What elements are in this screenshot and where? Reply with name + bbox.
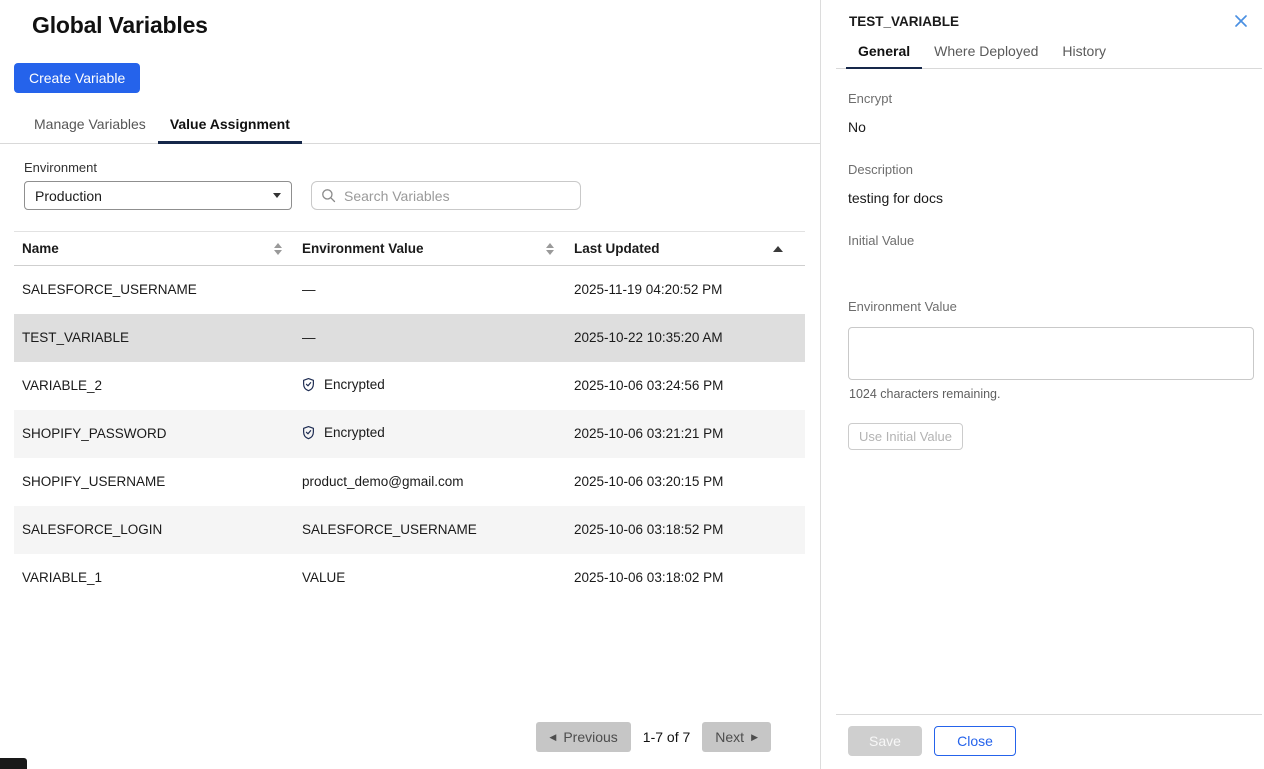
search-box	[311, 181, 581, 210]
cell-last-updated: 2025-11-19 04:20:52 PM	[566, 266, 805, 314]
environment-value-label: Environment Value	[848, 299, 1264, 314]
detail-panel-tabs: General Where Deployed History	[836, 38, 1262, 69]
save-button[interactable]: Save	[848, 726, 922, 756]
cell-environment-value: Encrypted	[324, 425, 385, 440]
column-header-name[interactable]: Name	[14, 232, 294, 266]
cell-last-updated: 2025-10-06 03:18:52 PM	[566, 506, 805, 554]
characters-remaining: 1024 characters remaining.	[849, 387, 1264, 401]
cell-name: VARIABLE_1	[14, 554, 294, 602]
tab-manage-variables[interactable]: Manage Variables	[22, 110, 158, 144]
create-variable-button[interactable]: Create Variable	[14, 63, 140, 93]
table-row[interactable]: SHOPIFY_USERNAME product_demo@gmail.com …	[14, 458, 805, 506]
encrypted-shield-icon	[302, 425, 315, 440]
cell-environment-value: SALESFORCE_USERNAME	[302, 522, 477, 537]
cell-last-updated: 2025-10-06 03:20:15 PM	[566, 458, 805, 506]
cell-environment-value: —	[302, 282, 316, 297]
filter-row: Environment Production	[24, 160, 820, 210]
previous-label: Previous	[563, 729, 617, 745]
description-value: testing for docs	[848, 190, 1264, 206]
search-input[interactable]	[311, 181, 581, 210]
cell-name: SALESFORCE_LOGIN	[14, 506, 294, 554]
next-page-button[interactable]: Next ▶	[702, 722, 771, 752]
table-header-row: Name Environment Value Last Updated	[14, 232, 805, 266]
cell-last-updated: 2025-10-22 10:35:20 AM	[566, 314, 805, 362]
table-row[interactable]: SALESFORCE_USERNAME — 2025-11-19 04:20:5…	[14, 266, 805, 314]
global-variables-panel: Global Variables Create Variable Manage …	[0, 0, 820, 769]
cell-name: SHOPIFY_USERNAME	[14, 458, 294, 506]
sort-icon-name[interactable]	[274, 243, 282, 255]
initial-value-label: Initial Value	[848, 233, 1264, 248]
cell-environment-value: VALUE	[302, 570, 345, 585]
detail-panel-footer: Save Close	[821, 714, 1264, 769]
encrypt-label: Encrypt	[848, 91, 1264, 106]
table-row[interactable]: SALESFORCE_LOGIN SALESFORCE_USERNAME 202…	[14, 506, 805, 554]
encrypted-shield-icon	[302, 377, 315, 392]
detail-panel-title: TEST_VARIABLE	[849, 14, 959, 29]
close-button[interactable]: Close	[934, 726, 1016, 756]
variables-table: Name Environment Value Last Updated	[14, 231, 805, 602]
column-header-last-updated[interactable]: Last Updated	[566, 232, 805, 266]
cell-last-updated: 2025-10-06 03:21:21 PM	[566, 410, 805, 458]
cell-name: VARIABLE_2	[14, 362, 294, 410]
sort-ascending-icon[interactable]	[773, 246, 783, 252]
encrypt-value: No	[848, 119, 1264, 135]
cell-environment-value: —	[302, 330, 316, 345]
table-row[interactable]: VARIABLE_2 Encrypted 2025-10-06 03:24:56…	[14, 362, 805, 410]
main-tabs: Manage Variables Value Assignment	[0, 110, 820, 144]
pagination-range: 1-7 of 7	[643, 729, 690, 745]
cell-environment-value: Encrypted	[324, 377, 385, 392]
previous-page-button[interactable]: ◀ Previous	[536, 722, 630, 752]
next-arrow-icon: ▶	[751, 733, 758, 742]
search-icon	[321, 188, 336, 208]
environment-value-textarea[interactable]	[848, 327, 1254, 380]
page-title: Global Variables	[32, 12, 820, 39]
cell-name: SHOPIFY_PASSWORD	[14, 410, 294, 458]
tab-value-assignment[interactable]: Value Assignment	[158, 110, 302, 144]
column-label-name: Name	[22, 241, 59, 256]
close-panel-icon[interactable]	[1232, 12, 1250, 30]
table-row[interactable]: TEST_VARIABLE — 2025-10-22 10:35:20 AM	[14, 314, 805, 362]
cell-last-updated: 2025-10-06 03:18:02 PM	[566, 554, 805, 602]
table-row[interactable]: SHOPIFY_PASSWORD Encrypted 2025-10-06 03…	[14, 410, 805, 458]
pagination: ◀ Previous 1-7 of 7 Next ▶	[536, 722, 771, 752]
next-label: Next	[715, 729, 744, 745]
initial-value-value	[848, 261, 1264, 277]
detail-panel-header: TEST_VARIABLE	[821, 0, 1264, 38]
corner-artifact	[0, 758, 27, 769]
cell-environment-value: product_demo@gmail.com	[302, 474, 464, 489]
column-label-environment-value: Environment Value	[302, 241, 424, 256]
use-initial-value-button[interactable]: Use Initial Value	[848, 423, 963, 450]
environment-filter: Environment Production	[24, 160, 292, 210]
cell-name: TEST_VARIABLE	[14, 314, 294, 362]
column-header-environment-value[interactable]: Environment Value	[294, 232, 566, 266]
cell-name: SALESFORCE_USERNAME	[14, 266, 294, 314]
description-label: Description	[848, 162, 1264, 177]
sort-icon-environment-value[interactable]	[546, 243, 554, 255]
cell-last-updated: 2025-10-06 03:24:56 PM	[566, 362, 805, 410]
chevron-down-icon	[273, 193, 281, 198]
environment-select[interactable]: Production	[24, 181, 292, 210]
column-label-last-updated: Last Updated	[574, 241, 660, 256]
tab-general[interactable]: General	[846, 38, 922, 69]
environment-label: Environment	[24, 160, 292, 175]
variables-table-body: SALESFORCE_USERNAME — 2025-11-19 04:20:5…	[14, 266, 805, 602]
previous-arrow-icon: ◀	[549, 733, 556, 742]
tab-history[interactable]: History	[1050, 38, 1118, 69]
table-row[interactable]: VARIABLE_1 VALUE 2025-10-06 03:18:02 PM	[14, 554, 805, 602]
environment-select-value: Production	[35, 188, 102, 204]
tab-where-deployed[interactable]: Where Deployed	[922, 38, 1050, 69]
variable-detail-panel: TEST_VARIABLE General Where Deployed His…	[820, 0, 1264, 769]
